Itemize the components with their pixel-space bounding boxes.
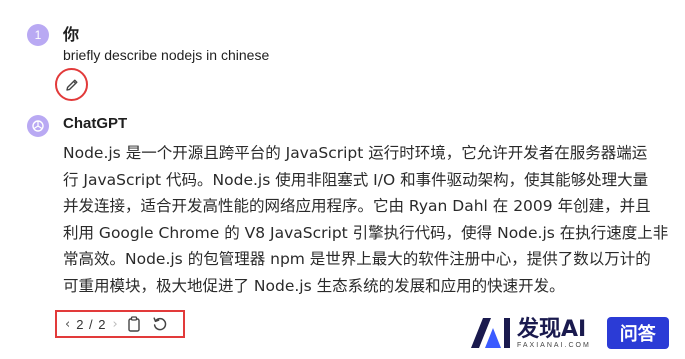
pencil-icon — [65, 79, 77, 91]
response-toolbar: ‹ 2 / 2 › — [55, 310, 185, 338]
openai-logo-icon — [32, 120, 44, 132]
regenerate-button[interactable] — [150, 314, 170, 334]
response-page-indicator: 2 / 2 — [76, 316, 107, 332]
faxianai-logo-icon — [471, 318, 510, 348]
clipboard-icon — [128, 316, 140, 332]
next-response-button[interactable]: › — [113, 317, 118, 332]
watermark-badge: 问答 — [606, 317, 669, 349]
previous-response-button[interactable]: ‹ — [65, 317, 70, 332]
assistant-name: ChatGPT — [63, 115, 128, 132]
answer-line: 常高效。Node.js 的包管理器 npm 是世界上最大的软件注册中心，提供了数… — [63, 250, 651, 268]
watermark-domain: FAXIANAI.COM — [517, 341, 591, 349]
watermark: 发现AI FAXIANAI.COM 问答 — [469, 315, 669, 351]
refresh-icon — [153, 317, 166, 331]
answer-line: 并发连接，适合开发高性能的网络应用程序。它由 Ryan Dahl 在 2009 … — [63, 197, 651, 215]
answer-line: 利用 Google Chrome 的 V8 JavaScript 引擎执行代码，… — [63, 223, 669, 242]
user-name: 你 — [63, 25, 80, 44]
edit-message-button[interactable] — [55, 68, 88, 101]
chatgpt-avatar — [27, 115, 49, 137]
assistant-answer: Node.js 是一个开源且跨平台的 JavaScript 运行时环境，它允许开… — [63, 140, 669, 299]
user-avatar: 1 — [27, 24, 49, 46]
answer-line: Node.js 是一个开源且跨平台的 JavaScript 运行时环境，它允许开… — [63, 144, 648, 162]
answer-line: 可重用模块，极大地促进了 Node.js 生态系统的发展和应用的快速开发。 — [63, 276, 565, 295]
user-message: briefly describe nodejs in chinese — [63, 47, 270, 63]
copy-button[interactable] — [124, 314, 144, 334]
answer-line: 行 JavaScript 代码。Node.js 使用非阻塞式 I/O 和事件驱动… — [63, 170, 649, 189]
watermark-brand: 发现AI — [517, 316, 587, 342]
